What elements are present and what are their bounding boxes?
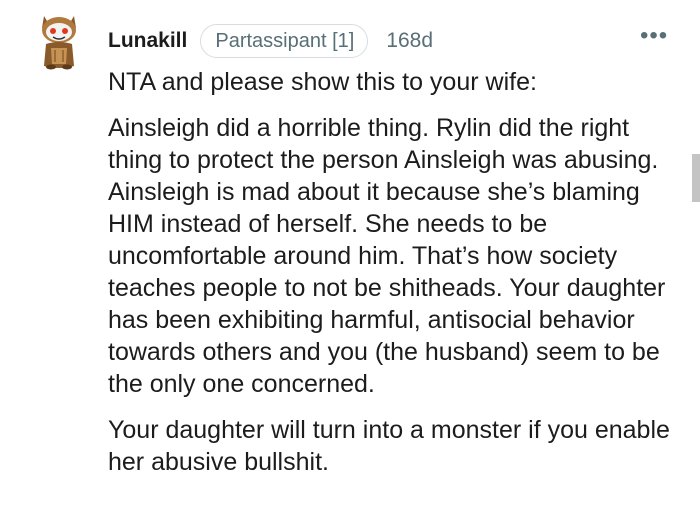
comment-body: NTA and please show this to your wife: A… (108, 66, 678, 492)
user-flair-badge: Partassipant [1] (200, 24, 369, 58)
scrollbar-thumb[interactable] (692, 154, 700, 202)
comment-paragraph: NTA and please show this to your wife: (108, 68, 537, 96)
comment: Lunakill Partassipant [1] 168d ••• NTA a… (0, 0, 700, 530)
user-avatar[interactable] (36, 10, 82, 70)
comment-paragraph: Ainsleigh did a horrible thing. Rylin di… (108, 114, 666, 398)
author-username[interactable]: Lunakill (108, 29, 187, 53)
more-options-icon[interactable]: ••• (640, 24, 668, 48)
reddit-snoo-avatar-icon (42, 16, 76, 70)
comment-header: Lunakill Partassipant [1] 168d (108, 22, 433, 60)
comment-timestamp: 168d (386, 29, 434, 52)
comment-paragraph: Your daughter will turn into a monster i… (108, 416, 670, 476)
